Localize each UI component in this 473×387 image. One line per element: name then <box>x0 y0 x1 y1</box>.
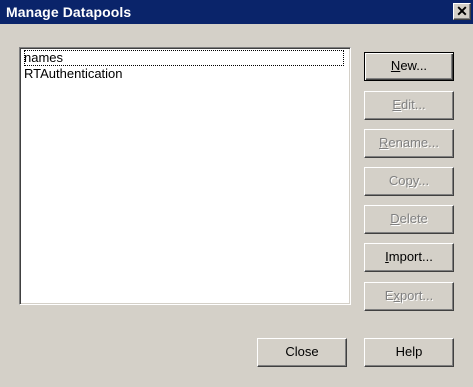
rename-button[interactable]: Rename... <box>364 129 454 158</box>
close-button[interactable]: Close <box>257 338 347 367</box>
list-item-names[interactable]: names <box>24 50 344 66</box>
copy-button[interactable]: Copy... <box>364 167 454 196</box>
export-button[interactable]: Export... <box>364 282 454 311</box>
help-button[interactable]: Help <box>364 338 454 367</box>
close-icon: ✕ <box>456 3 468 19</box>
import-button[interactable]: Import... <box>364 243 454 272</box>
close-window-button[interactable]: ✕ <box>453 3 471 20</box>
manage-datapools-dialog: Manage Datapools ✕ names RTAuthenticatio… <box>0 0 473 387</box>
delete-button[interactable]: Delete <box>364 205 454 234</box>
new-button[interactable]: New... <box>364 52 454 81</box>
list-item-rtauthentication[interactable]: RTAuthentication <box>24 66 123 82</box>
datapool-list[interactable]: names RTAuthentication <box>19 47 351 305</box>
edit-button[interactable]: Edit... <box>364 91 454 120</box>
title-bar[interactable]: Manage Datapools ✕ <box>0 0 473 24</box>
dialog-title: Manage Datapools <box>6 4 132 20</box>
